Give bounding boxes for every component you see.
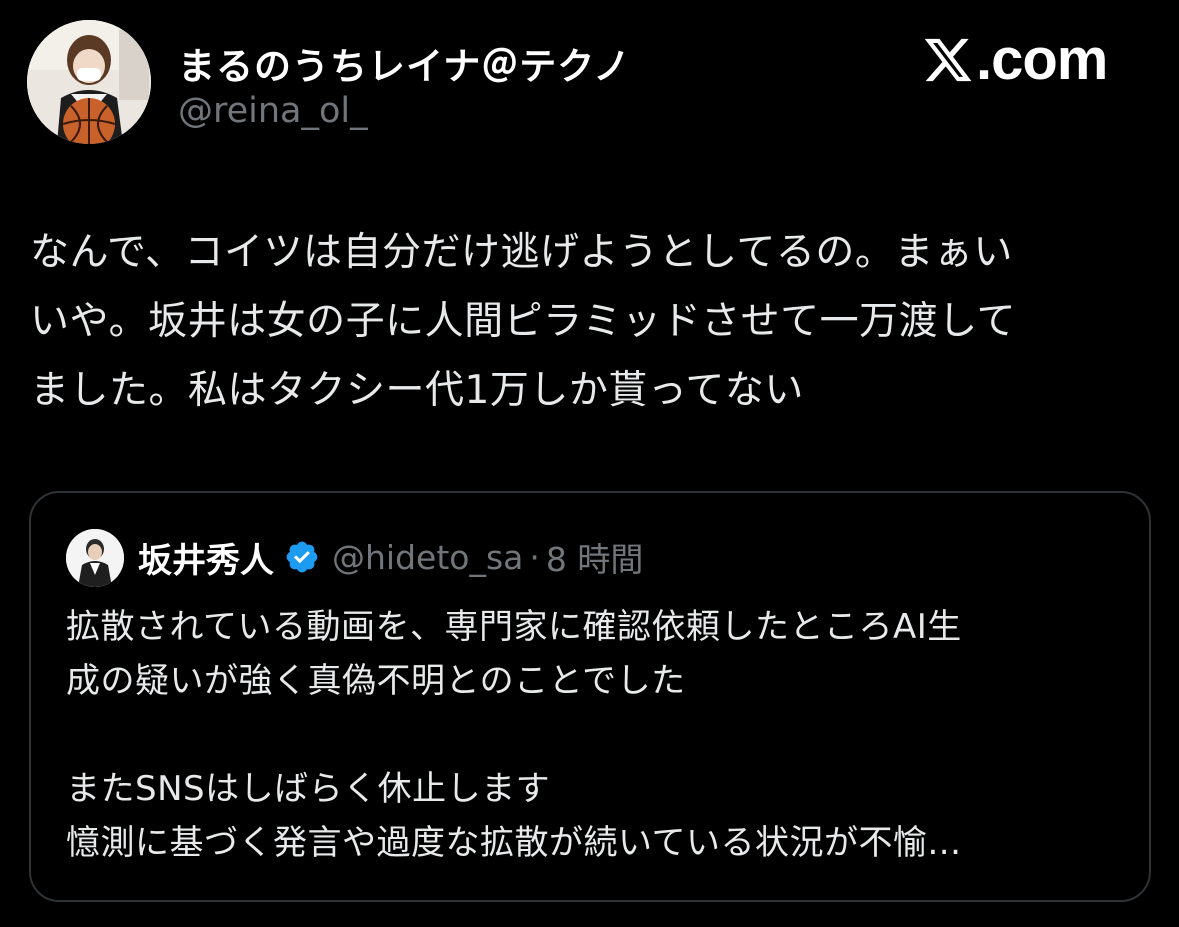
x-com-brand: .com (922, 27, 1108, 92)
quoted-handle[interactable]: @hideto_sa (332, 538, 523, 577)
quoted-timestamp[interactable]: 8 時間 (546, 533, 644, 581)
quoted-avatar-photo (66, 529, 124, 587)
author-avatar[interactable] (27, 20, 151, 144)
quoted-text: 拡散されている動画を、専門家に確認依頼したところAI生 成の疑いが強く真偽不明と… (66, 600, 1126, 870)
tweet-text-line: ました。私はタクシー代1万しか貰ってない (30, 368, 804, 413)
x-logo-icon (924, 38, 972, 82)
author-handle[interactable]: @reina_ol_ (178, 91, 368, 131)
brand-text: .com (976, 27, 1108, 92)
tweet-text-line: なんで、コイツは自分だけ逃げようとしてるの。まぁい (30, 230, 1013, 275)
tweet-text: なんで、コイツは自分だけ逃げようとしてるの。まぁい いや。坂井は女の子に人間ピラ… (30, 218, 1160, 425)
quoted-author-avatar[interactable] (66, 529, 124, 587)
separator-dot: · (529, 537, 540, 577)
tweet-screenshot: まるのうちレイナ＠テクノ @reina_ol_ .com なんで、コイツは自分だ… (0, 0, 1179, 927)
avatar-photo (27, 20, 151, 144)
quoted-tweet-card[interactable]: 坂井秀人 @hideto_sa · 8 時間 拡散されている動画を、専門家に確認… (29, 491, 1151, 902)
verified-badge-icon (286, 541, 318, 573)
author-display-name[interactable]: まるのうちレイナ＠テクノ (178, 36, 631, 90)
tweet-text-line: いや。坂井は女の子に人間ピラミッドさせて一万渡して (30, 299, 1016, 344)
quoted-text-line: 成の疑いが強く真偽不明とのことでした (66, 661, 686, 701)
quoted-header: 坂井秀人 @hideto_sa · 8 時間 (138, 533, 644, 582)
quoted-text-line: 拡散されている動画を、専門家に確認依頼したところAI生 (66, 607, 962, 647)
quoted-text-blank-line (66, 708, 1126, 762)
quoted-display-name[interactable]: 坂井秀人 (138, 533, 274, 582)
quoted-text-line: またSNSはしばらく休止します (66, 769, 551, 809)
quoted-text-line: 憶測に基づく発言や過度な拡散が続いている状況が不愉... (66, 823, 962, 863)
